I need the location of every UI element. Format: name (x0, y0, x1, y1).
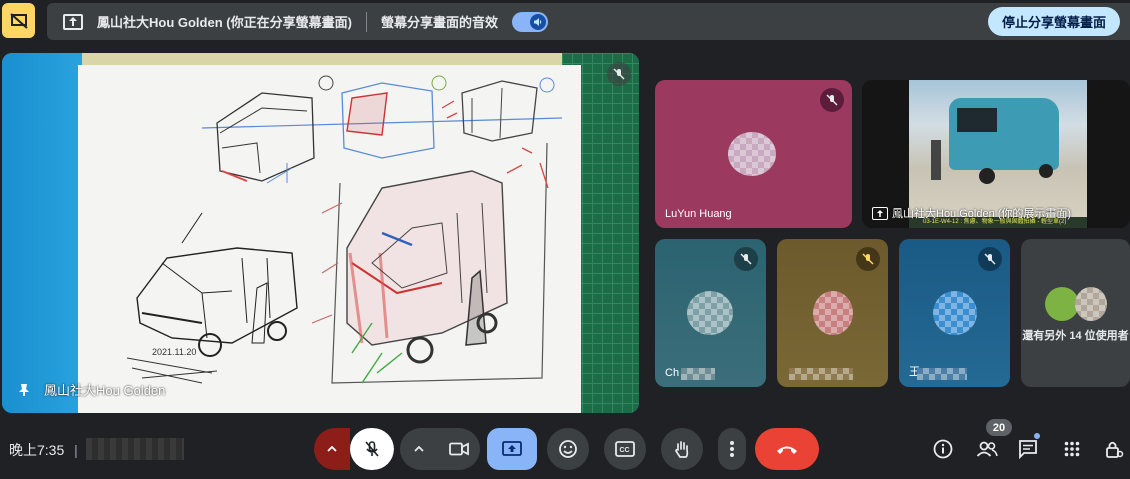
participant-name: Ch (665, 367, 680, 379)
call-end-icon (777, 446, 797, 454)
present-screen-icon (63, 13, 83, 30)
mic-off-icon (984, 253, 996, 265)
svg-text:CC: CC (620, 447, 630, 454)
activities-button[interactable] (1057, 428, 1087, 470)
mic-off-icon (740, 253, 752, 265)
preview-wheel (1039, 164, 1053, 178)
presentation-banner: 鳳山社大Hou Golden (你正在分享螢幕畫面) 螢幕分享畫面的音效 停止分… (47, 3, 1130, 40)
people-icon (976, 441, 998, 457)
camera-toggle-button[interactable] (438, 428, 480, 470)
videocam-icon (449, 442, 469, 456)
reactions-button[interactable] (547, 428, 589, 470)
mute-indicator (820, 88, 844, 112)
mic-off-icon (862, 253, 874, 265)
mic-off-icon (826, 94, 838, 106)
camera-options-button[interactable] (400, 428, 438, 470)
camera-control-group (400, 428, 480, 470)
mic-control-group (314, 428, 394, 470)
blurred-name (917, 368, 967, 380)
preview-wheel (979, 168, 995, 184)
blurred-name (681, 368, 715, 380)
preview-name-label: 鳳山社大Hou Golden (你的展示畫面) (892, 208, 1072, 220)
leave-call-button[interactable] (755, 428, 819, 470)
avatar (687, 291, 733, 335)
present-to-all-icon (502, 441, 522, 456)
avatar (1045, 287, 1079, 321)
presenter-text: 鳳山社大Hou Golden (你正在分享螢幕畫面) (97, 15, 352, 30)
chat-icon (1019, 440, 1037, 459)
mic-toggle-button[interactable] (350, 428, 394, 470)
main-tile-name-label: 鳳山社大Hou Golden (44, 383, 166, 398)
blurred-name (789, 368, 853, 380)
chevron-up-icon (414, 446, 424, 452)
pin-icon (19, 383, 29, 396)
present-now-button[interactable] (487, 428, 537, 470)
mic-options-button[interactable] (314, 428, 350, 470)
mic-off-icon (613, 68, 625, 80)
raise-hand-button[interactable] (661, 428, 703, 470)
mute-indicator (978, 247, 1002, 271)
share-off-icon (9, 12, 28, 29)
preview-person (931, 140, 941, 180)
chat-button[interactable] (1013, 428, 1043, 470)
shared-screen-tile[interactable]: 2021.11.20 鳳山社大Hou Golden (2, 53, 639, 413)
sketch-date: 2021.11.20 (152, 347, 196, 357)
avatar (813, 291, 853, 335)
avatar (933, 291, 977, 335)
captions-icon: CC (615, 441, 635, 457)
meeting-code-blurred (86, 438, 184, 460)
captions-button[interactable]: CC (604, 428, 646, 470)
mute-indicator (734, 247, 758, 271)
share-status-button[interactable] (2, 3, 35, 38)
more-options-button[interactable] (718, 428, 746, 470)
more-participants-label: 還有另外 14 位使用者 (1022, 330, 1129, 342)
main-tile-mute-indicator (607, 62, 631, 86)
host-controls-icon (1106, 441, 1124, 458)
participant-tile[interactable]: LuYun Huang (655, 80, 852, 228)
host-controls-button[interactable] (1100, 428, 1128, 470)
share-audio-toggle[interactable] (511, 11, 548, 32)
more-participants-tile[interactable]: 還有另外 14 位使用者 (1021, 239, 1130, 387)
participant-tile[interactable] (777, 239, 888, 387)
preview-name: 鳳山社大Hou Golden (你的展示畫面) (872, 205, 1071, 221)
avatar (1075, 287, 1107, 321)
banner-divider (365, 11, 367, 32)
mic-off-icon (365, 441, 379, 457)
main-tile-name: 鳳山社大Hou Golden (18, 380, 165, 399)
people-button[interactable] (972, 428, 1002, 470)
volume-icon (529, 13, 546, 30)
chevron-up-icon (327, 446, 337, 452)
more-vert-icon (730, 441, 734, 457)
presentation-preview-tile[interactable]: 03-1E-W4-12 : 焦慮、物象一般與固體拍攝 - 輕型車(2) 鳳山社大… (862, 80, 1130, 228)
mute-indicator (856, 247, 880, 271)
avatar (728, 132, 776, 176)
participant-tile[interactable]: 王 (899, 239, 1010, 387)
participant-name: LuYun Huang (665, 208, 732, 220)
stop-sharing-button[interactable]: 停止分享螢幕畫面 (987, 7, 1120, 36)
raise-hand-icon (675, 441, 689, 458)
share-audio-label: 螢幕分享畫面的音效 (380, 15, 498, 30)
time-separator: | (74, 442, 78, 458)
meeting-details-button[interactable] (928, 428, 958, 470)
emoji-icon (559, 440, 577, 458)
apps-icon (1064, 441, 1080, 457)
participant-tile[interactable]: Ch (655, 239, 766, 387)
meet-window: 鳳山社大Hou Golden (你正在分享螢幕畫面) 螢幕分享畫面的音效 停止分… (0, 0, 1130, 479)
meeting-time: 晚上7:35 | (9, 440, 78, 460)
clock: 晚上7:35 (9, 442, 65, 458)
preview-van-window (957, 108, 997, 132)
info-icon (933, 439, 953, 459)
sketch-drawing: 2021.11.20 (126, 75, 563, 384)
present-screen-icon (872, 206, 888, 220)
